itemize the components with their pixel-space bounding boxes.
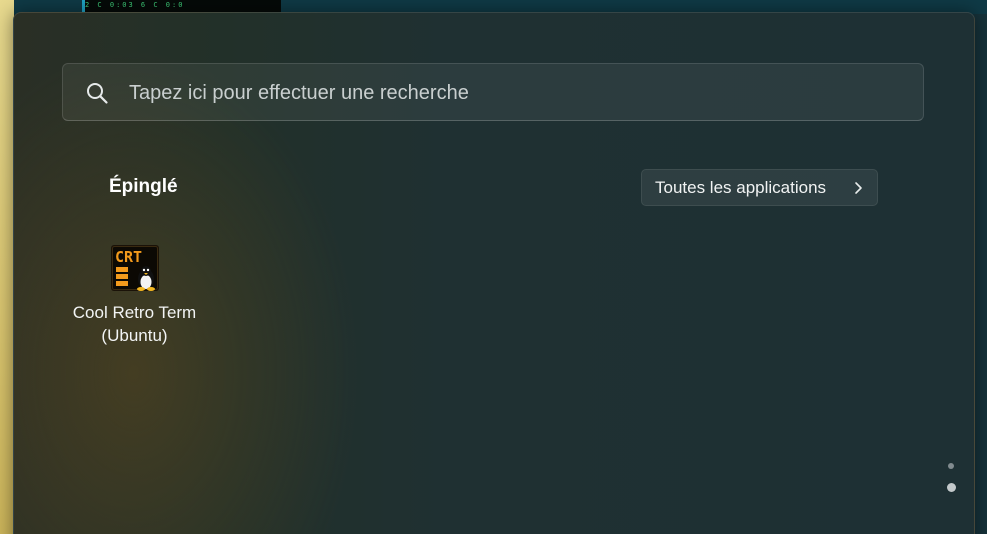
background-terminal-window[interactable]: 2 C 0:03 6 C 0:0 — [82, 0, 281, 12]
background-terminal-text: 2 C 0:03 6 C 0:0 — [85, 1, 185, 9]
chevron-right-icon — [855, 182, 862, 194]
crt-icon-text: CRT — [115, 248, 142, 266]
app-name: Cool Retro Term (Ubuntu) — [62, 301, 207, 347]
app-name-line1: Cool Retro Term — [72, 303, 197, 322]
pinned-pagination[interactable] — [944, 463, 958, 507]
pinned-section-title: Épinglé — [109, 176, 178, 197]
search-input[interactable] — [127, 64, 903, 122]
page-dot-1[interactable] — [948, 463, 954, 469]
search-icon — [87, 83, 108, 104]
search-box[interactable] — [62, 63, 924, 122]
cool-retro-term-icon: CRT — [111, 245, 159, 291]
pinned-app-cool-retro-term[interactable]: CRT Cool Retro Term (Ubuntu) — [62, 238, 207, 350]
all-apps-label: Toutes les applications — [655, 178, 827, 197]
page-dot-2-active[interactable] — [947, 483, 956, 492]
all-apps-button[interactable]: Toutes les applications — [641, 169, 878, 206]
desktop-wallpaper-edge — [0, 0, 14, 534]
start-menu: Épinglé Toutes les applications CRT Cool… — [13, 12, 975, 534]
app-name-line2: (Ubuntu) — [101, 326, 168, 345]
